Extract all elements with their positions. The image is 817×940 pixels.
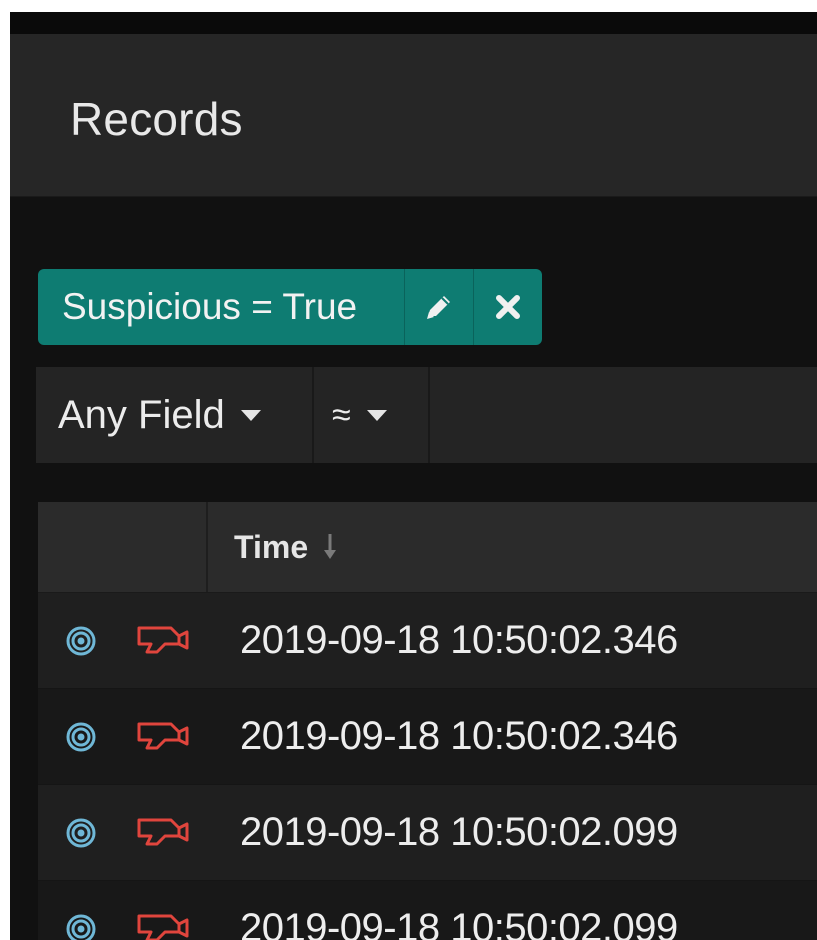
- target-icon: [64, 720, 98, 754]
- row-time: 2019-09-18 10:50:02.346: [240, 618, 678, 662]
- filter-chip-suspicious[interactable]: Suspicious = True: [38, 269, 542, 345]
- top-bar: [10, 12, 817, 34]
- records-header: Records: [10, 34, 817, 197]
- table-row[interactable]: 2019-09-18 10:50:02.346: [38, 593, 817, 689]
- row-time: 2019-09-18 10:50:02.346: [240, 714, 678, 758]
- remove-filter-button[interactable]: [474, 269, 542, 345]
- time-column-header[interactable]: Time: [208, 502, 338, 592]
- operator-select[interactable]: ≈: [314, 367, 430, 463]
- target-icon: [64, 624, 98, 658]
- chevron-down-icon: [240, 409, 261, 421]
- camera-icon: [134, 717, 192, 757]
- target-icon: [64, 912, 98, 940]
- table-row[interactable]: 2019-09-18 10:50:02.346: [38, 689, 817, 785]
- target-icon: [64, 816, 98, 850]
- icon-column-header: [38, 502, 208, 592]
- query-bar: Any Field ≈: [36, 367, 817, 463]
- operator-select-value: ≈: [332, 395, 351, 434]
- camera-icon: [134, 621, 192, 661]
- table-row[interactable]: 2019-09-18 10:50:02.099: [38, 881, 817, 940]
- pencil-icon: [427, 296, 451, 319]
- records-table: Time 2019-09-18 10:50:02.346 2019-09-18 …: [38, 502, 817, 940]
- camera-icon: [134, 909, 192, 940]
- row-time: 2019-09-18 10:50:02.099: [240, 810, 678, 854]
- edit-filter-button[interactable]: [405, 269, 475, 345]
- records-window: Records Suspicious = True Any Field ≈ Ti…: [10, 12, 817, 940]
- sort-down-arrow-icon: [322, 532, 338, 562]
- table-row[interactable]: 2019-09-18 10:50:02.099: [38, 785, 817, 881]
- row-time: 2019-09-18 10:50:02.099: [240, 906, 678, 940]
- camera-icon: [134, 813, 192, 853]
- chevron-down-icon: [366, 409, 387, 421]
- query-value-input[interactable]: [430, 367, 817, 463]
- field-select[interactable]: Any Field: [36, 367, 314, 463]
- time-column-label: Time: [234, 528, 309, 565]
- table-header-row: Time: [38, 502, 817, 593]
- field-select-value: Any Field: [58, 392, 225, 437]
- filter-chip-label[interactable]: Suspicious = True: [38, 269, 406, 345]
- page-title: Records: [70, 93, 243, 145]
- close-icon: [496, 295, 521, 319]
